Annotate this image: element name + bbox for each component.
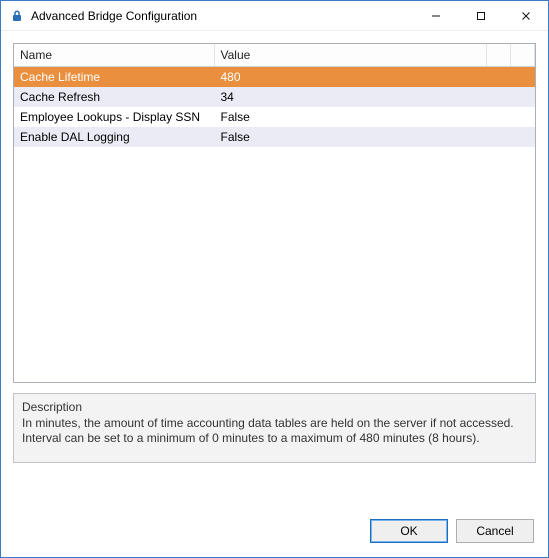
ok-button[interactable]: OK (370, 519, 448, 543)
column-header-spacer (487, 44, 511, 67)
lock-icon (9, 8, 25, 24)
column-header-value[interactable]: Value (214, 44, 487, 67)
minimize-button[interactable] (413, 1, 458, 30)
description-text: In minutes, the amount of time accountin… (22, 416, 527, 446)
column-header-spacer (511, 44, 535, 67)
dialog-window: Advanced Bridge Configuration Name Value (0, 0, 549, 558)
titlebar: Advanced Bridge Configuration (1, 1, 548, 31)
cancel-button[interactable]: Cancel (456, 519, 534, 543)
window-controls (413, 1, 548, 30)
table-row[interactable]: Employee Lookups - Display SSNFalse (14, 107, 535, 127)
cell-value[interactable]: False (214, 107, 535, 127)
table-row[interactable]: Cache Refresh34 (14, 87, 535, 107)
cell-value[interactable]: False (214, 127, 535, 147)
cell-name: Employee Lookups - Display SSN (14, 107, 214, 127)
description-panel: Description In minutes, the amount of ti… (13, 393, 536, 463)
client-area: Name Value Cache Lifetime480Cache Refres… (1, 31, 548, 557)
cell-name: Cache Refresh (14, 87, 214, 107)
cell-name: Cache Lifetime (14, 67, 214, 88)
column-header-name[interactable]: Name (14, 44, 214, 67)
dialog-buttons: OK Cancel (13, 513, 536, 545)
close-button[interactable] (503, 1, 548, 30)
window-title: Advanced Bridge Configuration (31, 9, 197, 23)
table-row[interactable]: Cache Lifetime480 (14, 67, 535, 88)
cell-name: Enable DAL Logging (14, 127, 214, 147)
cell-value[interactable]: 480 (214, 67, 535, 88)
settings-grid[interactable]: Name Value Cache Lifetime480Cache Refres… (13, 43, 536, 383)
cell-value[interactable]: 34 (214, 87, 535, 107)
maximize-button[interactable] (458, 1, 503, 30)
table-row[interactable]: Enable DAL LoggingFalse (14, 127, 535, 147)
description-label: Description (22, 400, 527, 414)
